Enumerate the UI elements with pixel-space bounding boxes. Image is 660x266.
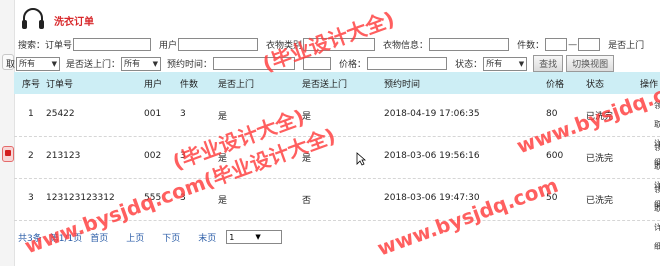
clothes-info-input[interactable] <box>429 38 510 51</box>
chevron-down-icon: ▼ <box>152 59 159 68</box>
cell-order: 213123 <box>46 151 81 161</box>
order-no-input[interactable] <box>73 38 152 51</box>
mouse-cursor-icon <box>356 152 366 166</box>
col-header-qty: 件数 <box>180 79 199 90</box>
claim-link[interactable]: 领取 <box>654 138 660 176</box>
cell-pickup: 是 <box>218 196 228 206</box>
page-select-value: 1 <box>229 232 235 242</box>
cell-status: 已洗完 <box>586 196 614 206</box>
col-header-pickup: 是否上门 <box>218 79 255 90</box>
order-no-label: 搜索：订单号 <box>18 41 73 51</box>
user-label: 用户 <box>159 41 178 51</box>
cell-delivery: 否 <box>302 196 312 206</box>
headphones-icon <box>22 8 44 29</box>
cell-user: 002 <box>144 151 162 161</box>
cell-time: 2018-03-06 19:47:30 <box>384 193 480 203</box>
col-header-no: 序号 <box>22 79 41 90</box>
price-label: 价格： <box>339 60 367 70</box>
cell-no: 2 <box>28 151 34 161</box>
col-header-price: 价格 <box>546 79 565 90</box>
cell-price: 600 <box>546 151 564 161</box>
cell-qty: 3 <box>180 109 186 119</box>
col-header-delivery: 是否送上门 <box>302 79 348 90</box>
last-page-link[interactable]: 末页 <box>198 231 216 244</box>
next-page-link[interactable]: 下页 <box>162 231 180 244</box>
status-label: 状态： <box>455 60 483 70</box>
page-title: 洗衣订单 <box>54 17 94 28</box>
appointment-label: 预约时间： <box>167 60 213 70</box>
status-select[interactable]: 所有 ▼ <box>483 56 528 71</box>
page-select[interactable]: 1 ▼ <box>226 230 282 244</box>
search-button[interactable]: 查找 <box>533 55 564 72</box>
pieces-max-input[interactable] <box>578 38 601 51</box>
col-header-time: 预约时间 <box>384 79 421 90</box>
col-header-order: 订单号 <box>46 79 74 90</box>
col-header-user: 用户 <box>144 79 163 90</box>
cell-no: 1 <box>28 109 34 119</box>
chevron-down-icon: ▼ <box>255 233 261 241</box>
claim-link[interactable]: 领取 <box>654 180 660 218</box>
detail-link[interactable]: 详细 <box>654 218 660 256</box>
status-select-value: 所有 <box>486 59 503 68</box>
left-sidebar-strip <box>0 0 15 266</box>
range-dash: — <box>568 39 578 50</box>
delivery-select[interactable]: 所有 ▼ <box>121 56 162 71</box>
cell-time: 2018-03-06 19:56:16 <box>384 151 480 161</box>
cell-user: 001 <box>144 109 162 119</box>
user-input[interactable] <box>178 38 259 51</box>
cell-pickup: 是 <box>218 112 228 122</box>
cell-time: 2018-04-19 17:06:35 <box>384 109 480 119</box>
pickup-label-tail: 取 <box>6 60 16 70</box>
pickup-select-value: 所有 <box>19 59 36 68</box>
cell-order: 25422 <box>46 109 75 119</box>
pickup-label: 是否上门 <box>608 41 645 51</box>
clothes-info-label: 衣物信息： <box>383 41 429 51</box>
table-header: 序号 订单号 用户 件数 是否上门 是否送上门 预约时间 价格 状态 操作 <box>14 72 660 94</box>
pieces-min-input[interactable] <box>545 38 568 51</box>
delivery-label: 是否送上门： <box>66 60 121 70</box>
cell-no: 3 <box>28 193 34 203</box>
chevron-down-icon: ▼ <box>51 59 58 68</box>
stop-icon[interactable] <box>2 146 14 162</box>
pickup-select[interactable]: 所有 ▼ <box>16 56 61 71</box>
cell-status: 已洗完 <box>586 154 614 164</box>
price-input[interactable] <box>367 57 448 70</box>
switch-view-button[interactable]: 切换视图 <box>566 55 615 72</box>
chevron-down-icon: ▼ <box>518 59 525 68</box>
delivery-select-value: 所有 <box>124 59 141 68</box>
prev-page-link[interactable]: 上页 <box>126 231 144 244</box>
pieces-label: 件数： <box>517 41 545 51</box>
col-header-status: 状态 <box>586 79 605 90</box>
